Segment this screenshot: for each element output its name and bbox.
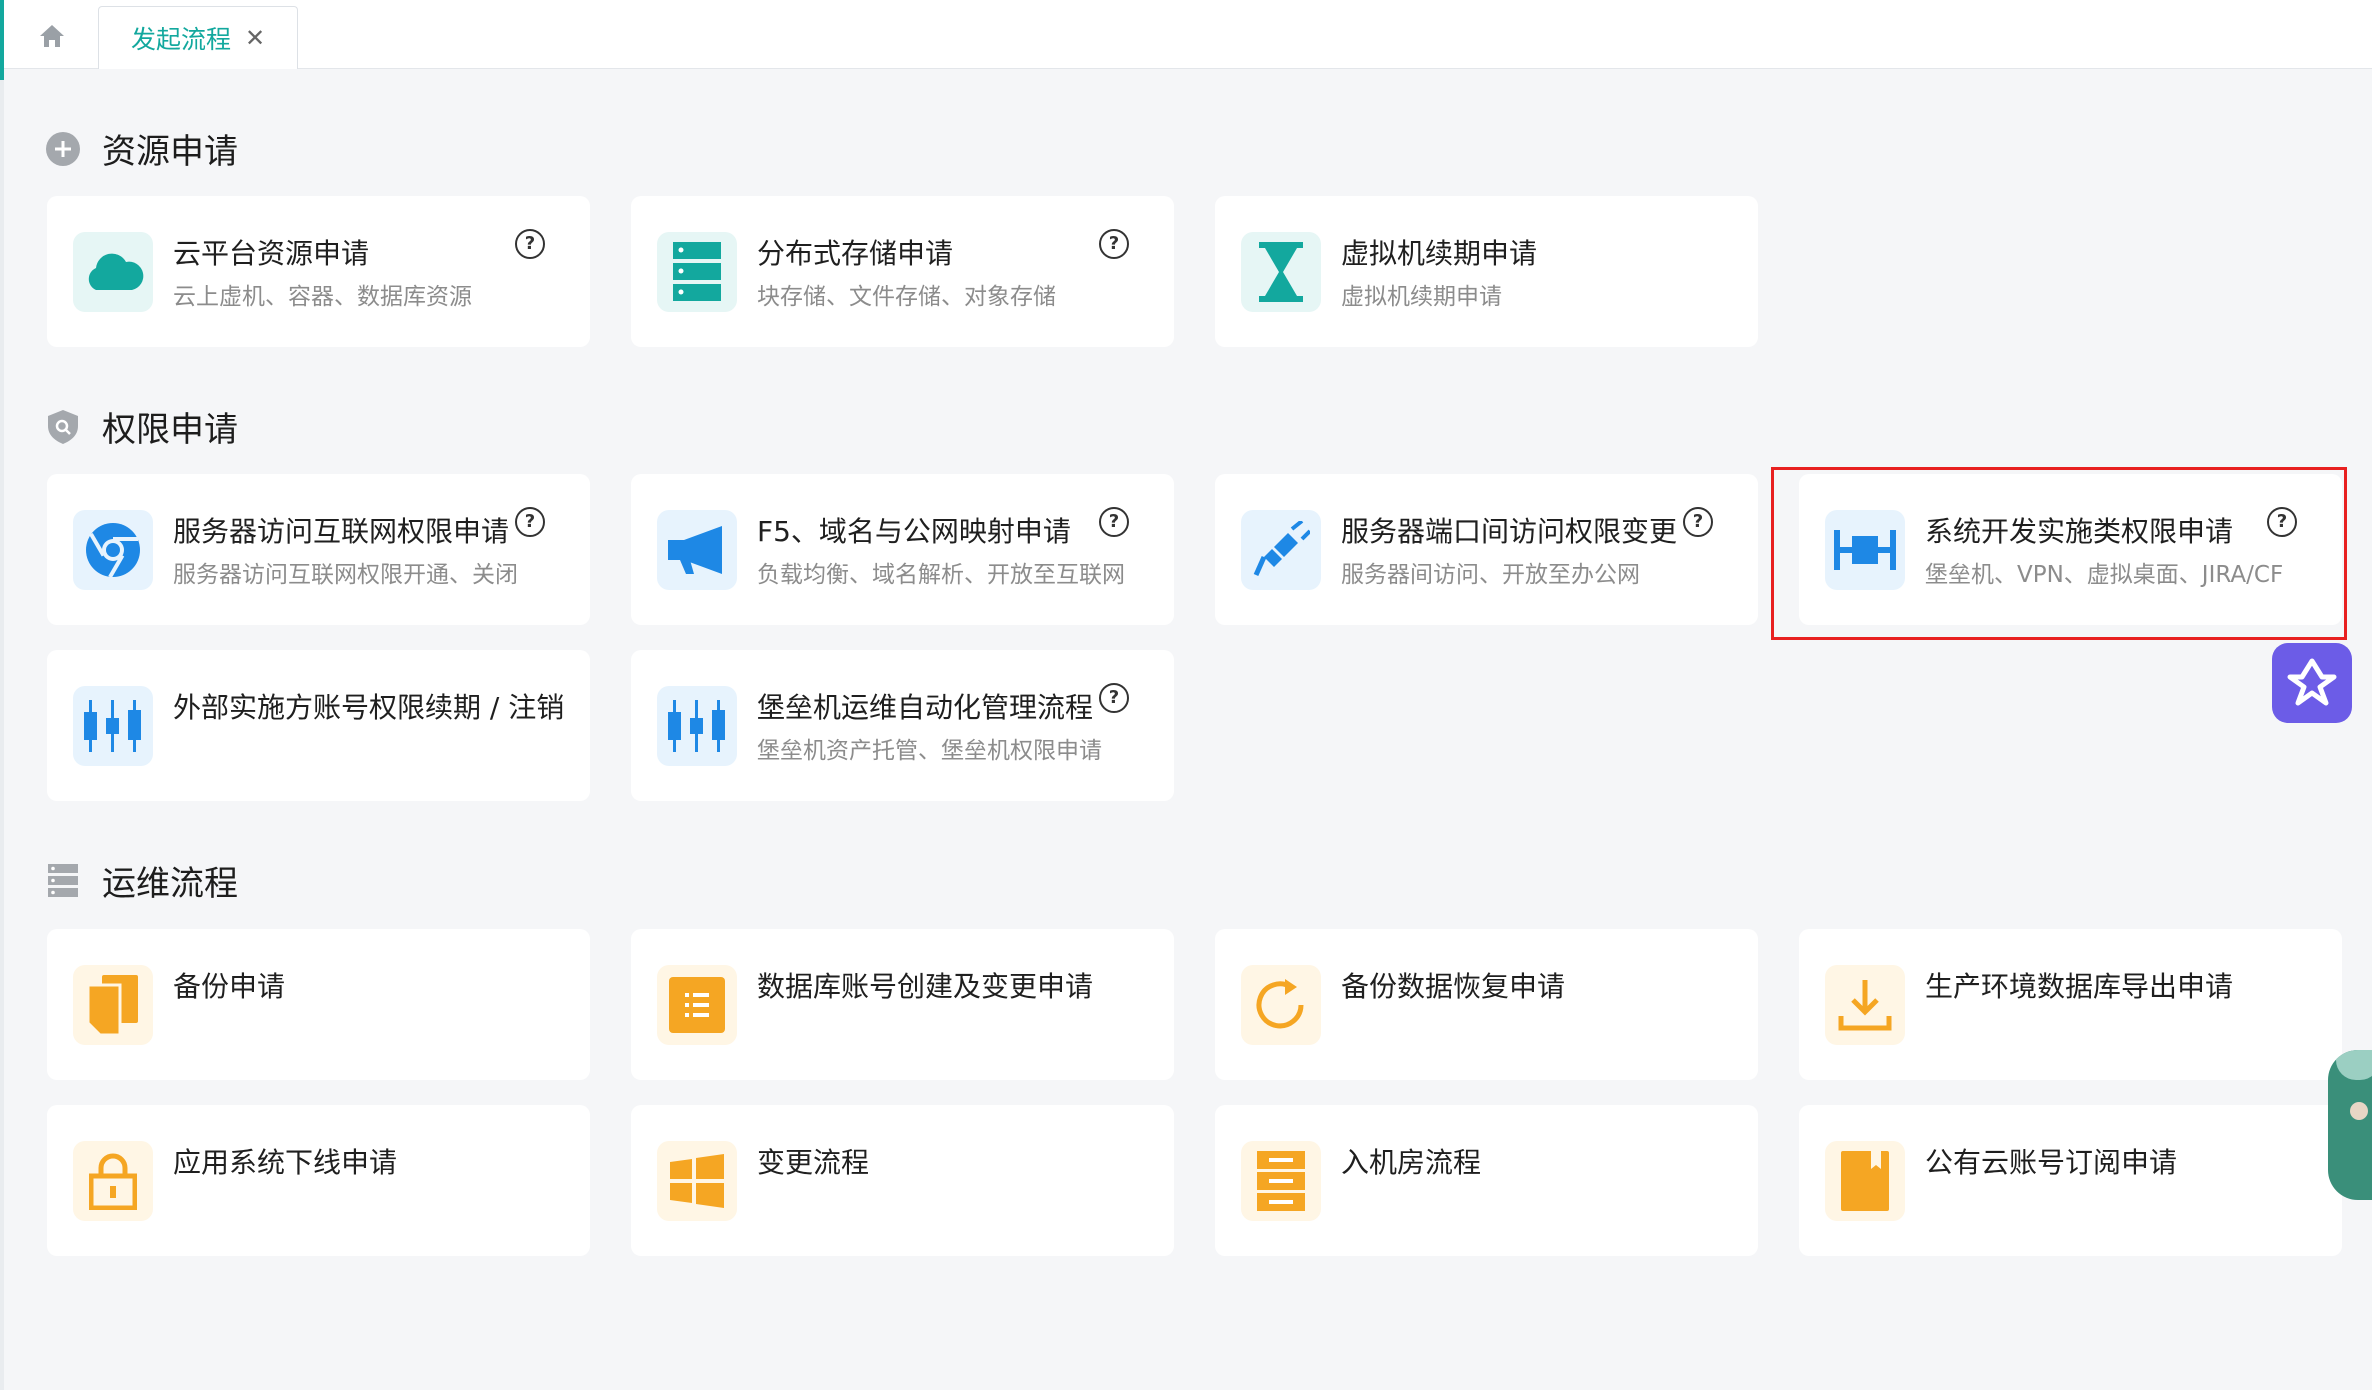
- card-title: F5、域名与公网映射申请: [757, 515, 1071, 548]
- card-f5-domain-mapping[interactable]: F5、域名与公网映射申请 负载均衡、域名解析、开放至互联网 ?: [631, 474, 1174, 625]
- plus-circle-icon: [46, 131, 80, 166]
- help-icon[interactable]: ?: [515, 507, 545, 537]
- card-server-internet-access[interactable]: 服务器访问互联网权限申请 服务器访问互联网权限开通、关闭 ?: [47, 474, 590, 625]
- section-title-text: 权限申请: [102, 410, 238, 450]
- help-icon[interactable]: ?: [1683, 507, 1713, 537]
- card-title: 备份数据恢复申请: [1341, 970, 1566, 1003]
- tab-label: 发起流程: [130, 25, 231, 54]
- section-ops-title: 运维流程: [46, 856, 238, 905]
- plug-icon: [1241, 510, 1321, 590]
- card-title: 变更流程: [757, 1146, 870, 1179]
- card-bastion-automation[interactable]: 堡垒机运维自动化管理流程 堡垒机资产托管、堡垒机权限申请 ?: [631, 650, 1174, 801]
- browser-icon: [73, 510, 153, 590]
- card-prod-db-export[interactable]: 生产环境数据库导出申请: [1799, 929, 2342, 1080]
- download-icon: [1825, 965, 1905, 1045]
- card-title: 分布式存储申请: [757, 237, 954, 270]
- card-subtitle: 堡垒机资产托管、堡垒机权限申请: [757, 738, 1102, 764]
- megaphone-icon: [657, 510, 737, 590]
- card-subtitle: 虚拟机续期申请: [1341, 284, 1502, 310]
- card-subtitle: 服务器间访问、开放至办公网: [1341, 562, 1640, 588]
- card-title: 虚拟机续期申请: [1341, 237, 1538, 270]
- section-title-text: 运维流程: [102, 864, 238, 904]
- cabinet-icon: [1241, 1141, 1321, 1221]
- card-title: 公有云账号订阅申请: [1925, 1146, 2178, 1179]
- card-title: 应用系统下线申请: [173, 1146, 398, 1179]
- card-backup[interactable]: 备份申请: [47, 929, 590, 1080]
- left-accent-bar: [0, 0, 4, 1390]
- card-subtitle: 服务器访问互联网权限开通、关闭: [173, 562, 518, 588]
- help-icon[interactable]: ?: [1099, 507, 1129, 537]
- server-list-icon: [46, 863, 80, 898]
- mascot-widget[interactable]: [2328, 1050, 2372, 1200]
- card-title: 数据库账号创建及变更申请: [757, 970, 1094, 1003]
- highlight-box: [1771, 467, 2347, 640]
- home-icon[interactable]: [32, 18, 72, 54]
- card-distributed-storage[interactable]: 分布式存储申请 块存储、文件存储、对象存储 ?: [631, 196, 1174, 347]
- card-vm-renewal[interactable]: 虚拟机续期申请 虚拟机续期申请: [1215, 196, 1758, 347]
- tab-start-process[interactable]: 发起流程 ✕: [98, 6, 298, 69]
- card-title: 堡垒机运维自动化管理流程: [757, 691, 1094, 724]
- card-external-account-renewal[interactable]: 外部实施方账号权限续期 / 注销: [47, 650, 590, 801]
- card-server-port-access[interactable]: 服务器端口间访问权限变更 服务器间访问、开放至办公网 ?: [1215, 474, 1758, 625]
- card-title: 外部实施方账号权限续期 / 注销: [173, 691, 565, 724]
- candlestick-icon: [73, 686, 153, 766]
- card-change-process[interactable]: 变更流程: [631, 1105, 1174, 1256]
- hourglass-icon: [1241, 232, 1321, 312]
- card-title: 服务器访问互联网权限申请: [173, 515, 510, 548]
- cloud-icon: [73, 232, 153, 312]
- ai-assistant-button[interactable]: [2272, 643, 2352, 723]
- card-subtitle: 块存储、文件存储、对象存储: [757, 284, 1056, 310]
- lock-icon: [73, 1141, 153, 1221]
- server-stack-icon: [657, 232, 737, 312]
- card-title: 生产环境数据库导出申请: [1925, 970, 2234, 1003]
- help-icon[interactable]: ?: [1099, 229, 1129, 259]
- refresh-icon: [1241, 965, 1321, 1045]
- card-title: 云平台资源申请: [173, 237, 370, 270]
- card-backup-restore[interactable]: 备份数据恢复申请: [1215, 929, 1758, 1080]
- section-permission-title: 权限申请: [46, 402, 238, 451]
- card-title: 服务器端口间访问权限变更: [1341, 515, 1678, 548]
- help-icon[interactable]: ?: [1099, 683, 1129, 713]
- card-db-account[interactable]: 数据库账号创建及变更申请: [631, 929, 1174, 1080]
- assistant-logo-icon: [2287, 658, 2337, 706]
- shield-icon: [46, 409, 80, 444]
- section-resource-title: 资源申请: [46, 124, 238, 173]
- book-icon: [1825, 1141, 1905, 1221]
- card-app-offline[interactable]: 应用系统下线申请: [47, 1105, 590, 1256]
- card-public-cloud-subscription[interactable]: 公有云账号订阅申请: [1799, 1105, 2342, 1256]
- card-title: 入机房流程: [1341, 1146, 1482, 1179]
- mascot-eye: [2350, 1102, 2368, 1120]
- help-icon[interactable]: ?: [515, 229, 545, 259]
- section-title-text: 资源申请: [102, 132, 238, 172]
- close-icon[interactable]: ✕: [245, 26, 265, 50]
- tab-bar: 发起流程 ✕: [4, 0, 2372, 69]
- list-icon: [657, 965, 737, 1045]
- windows-icon: [657, 1141, 737, 1221]
- card-datacenter-entry[interactable]: 入机房流程: [1215, 1105, 1758, 1256]
- mascot-fin: [2336, 1050, 2372, 1080]
- card-cloud-resource[interactable]: 云平台资源申请 云上虚机、容器、数据库资源 ?: [47, 196, 590, 347]
- card-subtitle: 负载均衡、域名解析、开放至互联网: [757, 562, 1125, 588]
- card-title: 备份申请: [173, 970, 286, 1003]
- copy-icon: [73, 965, 153, 1045]
- candlestick-icon: [657, 686, 737, 766]
- card-subtitle: 云上虚机、容器、数据库资源: [173, 284, 472, 310]
